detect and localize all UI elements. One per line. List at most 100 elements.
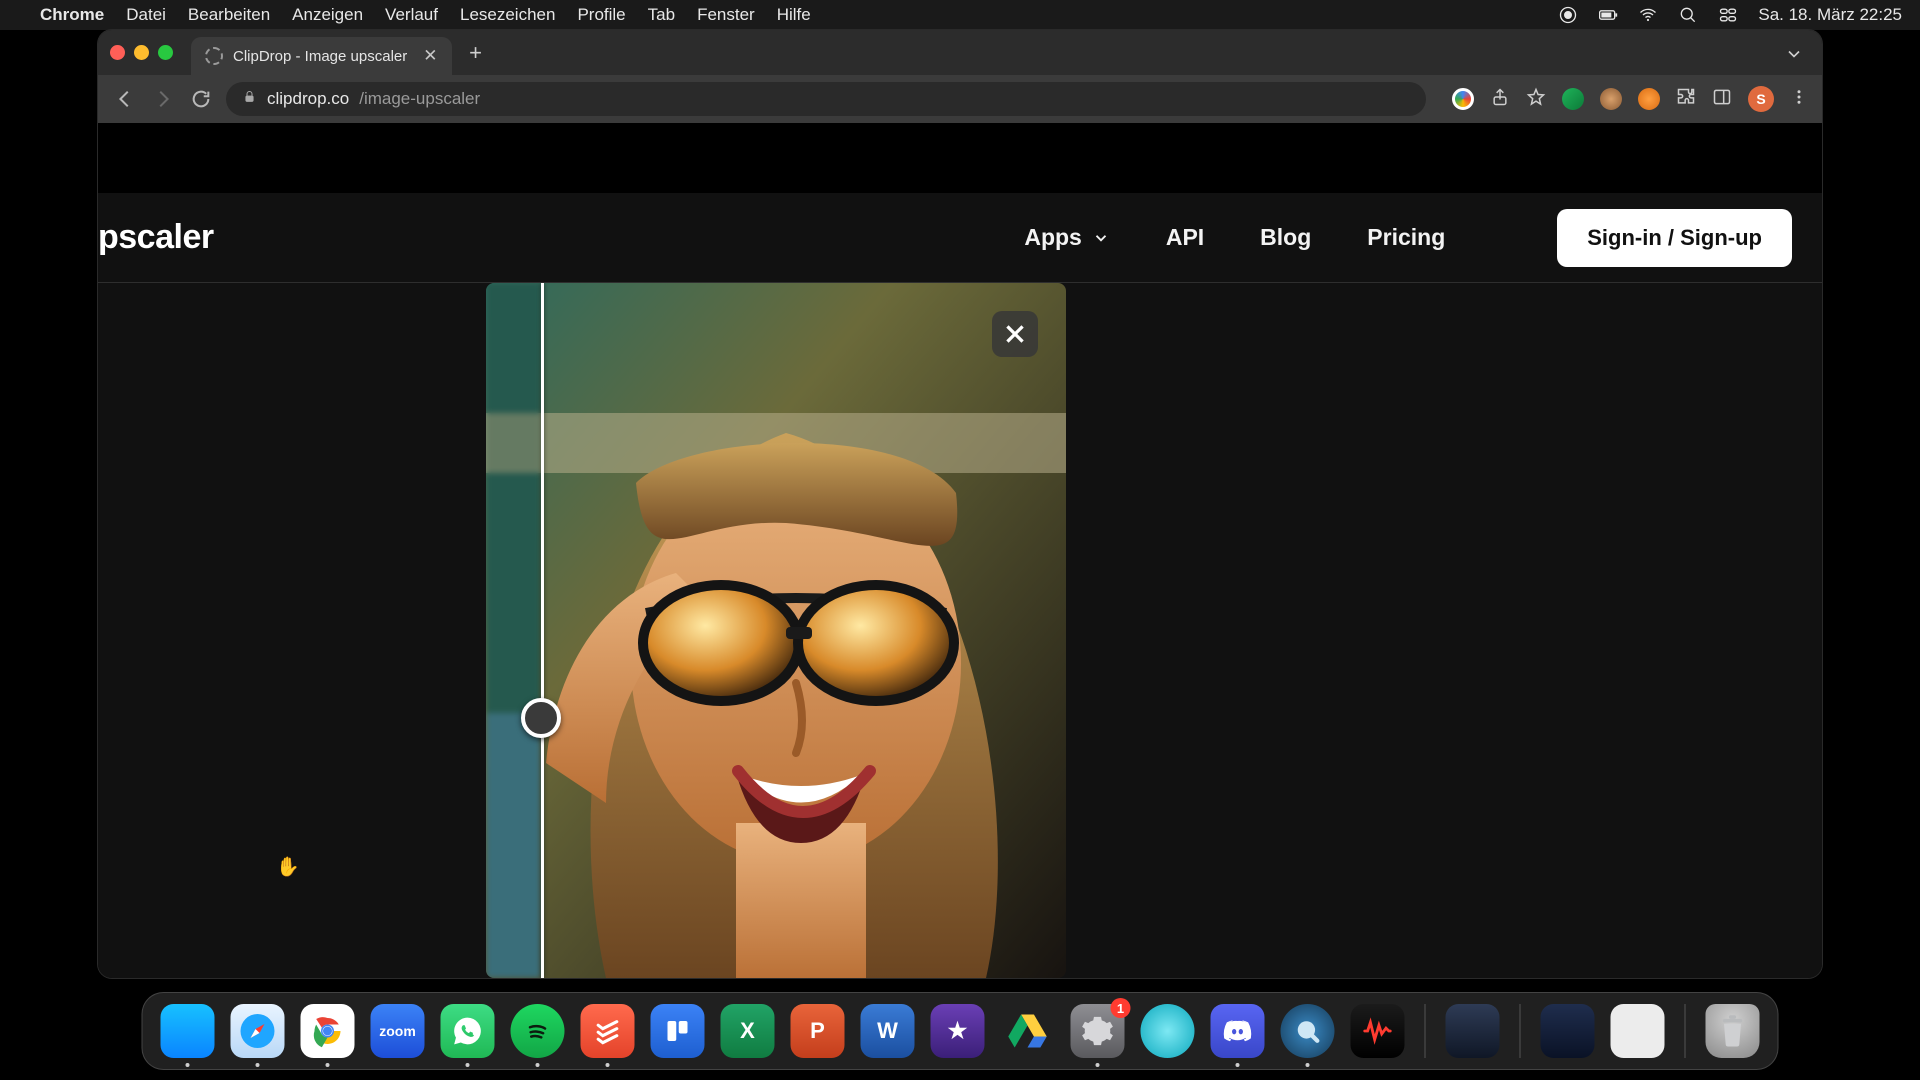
battery-icon[interactable] [1598, 5, 1618, 25]
nav-api[interactable]: API [1166, 224, 1204, 251]
close-icon [1002, 321, 1028, 347]
dock-minimized-window-icon[interactable] [1446, 1004, 1500, 1058]
extension-green-shield-icon[interactable] [1562, 88, 1584, 110]
dock: zoom X P W ★ 1 [142, 992, 1779, 1070]
window-zoom-button[interactable] [158, 45, 173, 60]
comparison-image [486, 283, 1066, 978]
reload-button[interactable] [188, 86, 214, 112]
desktop-right-gutter [1822, 30, 1920, 1080]
menu-tab[interactable]: Tab [648, 5, 675, 25]
nav-pricing[interactable]: Pricing [1367, 224, 1445, 251]
tab-close-icon[interactable]: ✕ [423, 46, 437, 66]
lock-icon [242, 89, 257, 109]
nav-api-label: API [1166, 224, 1204, 251]
dock-todoist-icon[interactable] [581, 1004, 635, 1058]
google-account-icon[interactable] [1452, 88, 1474, 110]
menu-fenster[interactable]: Fenster [697, 5, 755, 25]
menu-hilfe[interactable]: Hilfe [777, 5, 811, 25]
dock-recent-1-icon[interactable] [1541, 1004, 1595, 1058]
dock-safari-icon[interactable] [231, 1004, 285, 1058]
signin-button[interactable]: Sign-in / Sign-up [1557, 209, 1792, 267]
dock-whatsapp-icon[interactable] [441, 1004, 495, 1058]
bookmark-star-icon[interactable] [1526, 87, 1546, 112]
menubar-app-name[interactable]: Chrome [40, 5, 104, 25]
control-center-icon[interactable] [1718, 5, 1738, 25]
share-icon[interactable] [1490, 87, 1510, 112]
dock-chrome-icon[interactable] [301, 1004, 355, 1058]
menu-anzeigen[interactable]: Anzeigen [292, 5, 363, 25]
nav-blog[interactable]: Blog [1260, 224, 1311, 251]
extension-orange-icon[interactable] [1638, 88, 1660, 110]
dock-voicememos-icon[interactable] [1351, 1004, 1405, 1058]
macos-menubar: Chrome Datei Bearbeiten Anzeigen Verlauf… [0, 0, 1920, 30]
window-traffic-lights [110, 45, 173, 60]
menu-bearbeiten[interactable]: Bearbeiten [188, 5, 270, 25]
nav-apps-label: Apps [1024, 224, 1082, 251]
menu-datei[interactable]: Datei [126, 5, 166, 25]
dock-imovie-icon[interactable]: ★ [931, 1004, 985, 1058]
site-header: pscaler Apps API Blog Pricing Sign-in / … [98, 193, 1822, 283]
record-indicator-icon[interactable] [1558, 5, 1578, 25]
browser-tab[interactable]: ClipDrop - Image upscaler ✕ [191, 37, 452, 75]
dock-zoom-icon[interactable]: zoom [371, 1004, 425, 1058]
dock-trash-icon[interactable] [1706, 1004, 1760, 1058]
dock-badge: 1 [1111, 998, 1131, 1018]
url-path: /image-upscaler [359, 89, 480, 109]
nav-blog-label: Blog [1260, 224, 1311, 251]
dock-recent-2-icon[interactable] [1611, 1004, 1665, 1058]
menu-profile[interactable]: Profile [577, 5, 625, 25]
dock-separator [1685, 1004, 1686, 1058]
back-button[interactable] [112, 86, 138, 112]
chevron-down-icon [1092, 229, 1110, 247]
page-viewport: pscaler Apps API Blog Pricing Sign-in / … [98, 123, 1822, 978]
dock-separator [1425, 1004, 1426, 1058]
dock-settings-icon[interactable]: 1 [1071, 1004, 1125, 1058]
page-title: pscaler [98, 218, 214, 257]
editor-canvas[interactable] [98, 283, 1822, 978]
chrome-toolbar: clipdrop.co/image-upscaler S [98, 75, 1822, 123]
comparison-slider-handle[interactable] [521, 698, 561, 738]
chrome-menu-icon[interactable] [1790, 88, 1808, 111]
window-close-button[interactable] [110, 45, 125, 60]
nav-pricing-label: Pricing [1367, 224, 1445, 251]
dock-circle-app-icon[interactable] [1141, 1004, 1195, 1058]
spotlight-icon[interactable] [1678, 5, 1698, 25]
original-side-overlay [486, 283, 541, 978]
dock-discord-icon[interactable] [1211, 1004, 1265, 1058]
address-bar[interactable]: clipdrop.co/image-upscaler [226, 82, 1426, 116]
page-top-black-strip [98, 123, 1822, 193]
site-nav: Apps API Blog Pricing Sign-in / Sign-up [1024, 209, 1792, 267]
profile-avatar[interactable]: S [1748, 86, 1774, 112]
new-tab-button[interactable]: + [462, 39, 490, 67]
dock-finder-icon[interactable] [161, 1004, 215, 1058]
desktop-left-gutter [0, 30, 98, 1080]
url-host: clipdrop.co [267, 89, 349, 109]
dock-excel-icon[interactable]: X [721, 1004, 775, 1058]
tabs-dropdown-icon[interactable] [1784, 44, 1804, 69]
dock-spotify-icon[interactable] [511, 1004, 565, 1058]
dock-googledrive-icon[interactable] [1001, 1004, 1055, 1058]
sidepanel-icon[interactable] [1712, 87, 1732, 112]
dock-word-icon[interactable]: W [861, 1004, 915, 1058]
chrome-window: ClipDrop - Image upscaler ✕ + clipdrop.c… [98, 30, 1822, 978]
tab-favicon-icon [205, 47, 223, 65]
extensions-puzzle-icon[interactable] [1676, 87, 1696, 112]
dock-inner: zoom X P W ★ 1 [142, 992, 1779, 1070]
close-image-button[interactable] [992, 311, 1038, 357]
window-minimize-button[interactable] [134, 45, 149, 60]
dock-quicktime-icon[interactable] [1281, 1004, 1335, 1058]
dock-powerpoint-icon[interactable]: P [791, 1004, 845, 1058]
wifi-icon[interactable] [1638, 5, 1658, 25]
menu-lesezeichen[interactable]: Lesezeichen [460, 5, 555, 25]
dock-separator [1520, 1004, 1521, 1058]
dock-trello-icon[interactable] [651, 1004, 705, 1058]
extension-brown-icon[interactable] [1600, 88, 1622, 110]
nav-apps[interactable]: Apps [1024, 224, 1110, 251]
forward-button[interactable] [150, 86, 176, 112]
chrome-tabbar: ClipDrop - Image upscaler ✕ + [98, 30, 1822, 75]
toolbar-extensions: S [1452, 86, 1808, 112]
comparison-divider[interactable] [541, 283, 544, 978]
upscaled-photo [486, 283, 1066, 978]
menu-verlauf[interactable]: Verlauf [385, 5, 438, 25]
menubar-clock[interactable]: Sa. 18. März 22:25 [1758, 5, 1902, 25]
